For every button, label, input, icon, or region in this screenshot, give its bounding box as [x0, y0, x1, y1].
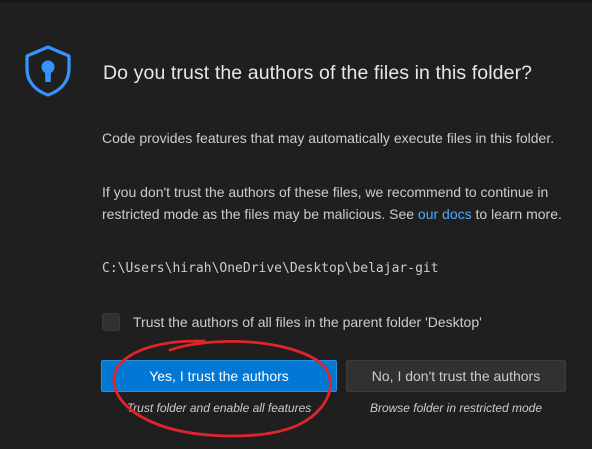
trust-parent-label[interactable]: Trust the authors of all files in the pa… [133, 314, 482, 330]
folder-path: C:\Users\hirah\OneDrive\Desktop\belajar-… [102, 261, 439, 276]
shield-lock-icon [25, 45, 71, 97]
docs-link[interactable]: our docs [418, 206, 472, 222]
description-paragraph: Code provides features that may automati… [102, 130, 555, 146]
top-edge [0, 0, 592, 3]
trust-parent-checkbox[interactable] [102, 313, 120, 331]
trust-authors-button[interactable]: Yes, I trust the authors [101, 360, 337, 392]
trust-parent-folder-row: Trust the authors of all files in the pa… [102, 313, 482, 331]
dialog-title: Do you trust the authors of the files in… [103, 62, 533, 84]
workspace-trust-dialog: Do you trust the authors of the files in… [0, 0, 592, 449]
warning-text-end: to learn more. [471, 206, 562, 222]
warning-paragraph: If you don't trust the authors of these … [102, 181, 572, 225]
dont-trust-authors-button[interactable]: No, I don't trust the authors [346, 360, 566, 392]
trust-button-caption: Trust folder and enable all features [126, 401, 312, 415]
restricted-mode-caption: Browse folder in restricted mode [369, 401, 543, 415]
